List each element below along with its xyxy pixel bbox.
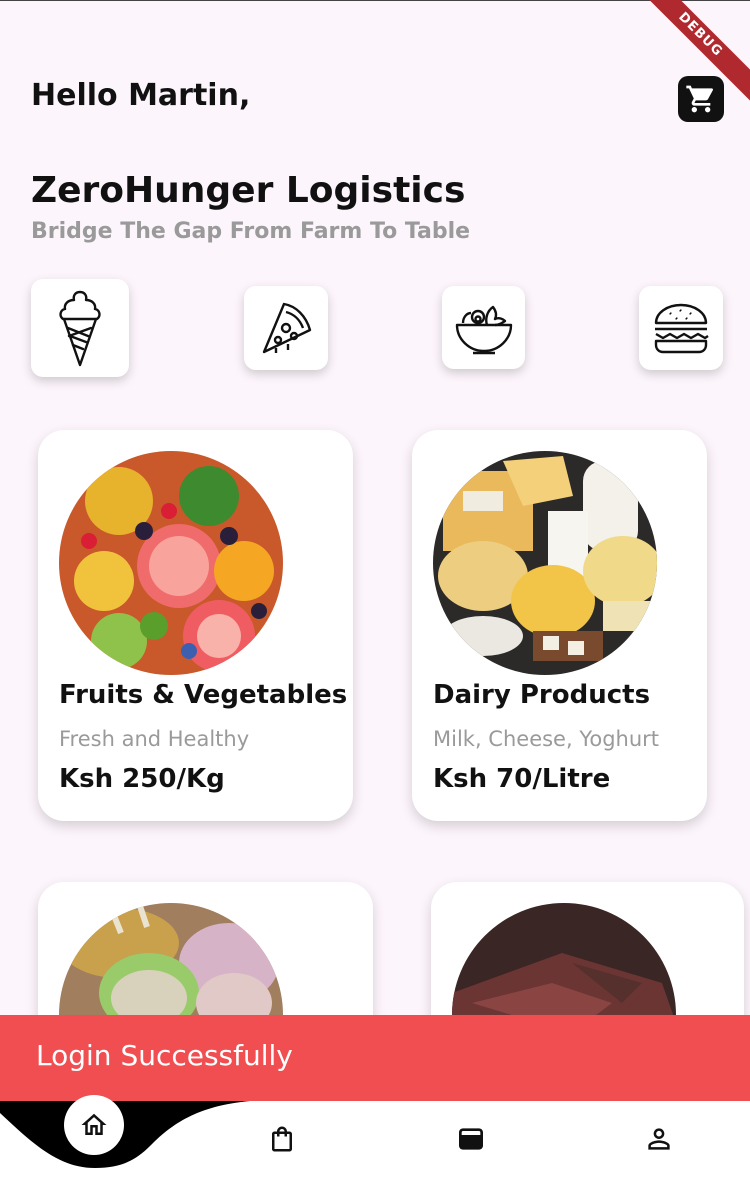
- home-icon: [81, 1113, 107, 1135]
- app-title: ZeroHunger Logistics: [31, 170, 466, 211]
- nav-wallet[interactable]: [451, 1119, 491, 1159]
- product-card-dairy[interactable]: Dairy Products Milk, Cheese, Yoghurt Ksh…: [412, 430, 707, 821]
- dairy-image: [433, 451, 657, 675]
- cart-icon: [686, 85, 714, 113]
- top-border: [0, 0, 750, 1]
- profile-icon: [648, 1128, 670, 1150]
- product-description: Fresh and Healthy: [59, 727, 250, 751]
- nav-profile[interactable]: [639, 1119, 679, 1159]
- category-salad[interactable]: [442, 286, 525, 369]
- category-ice-cream[interactable]: [31, 279, 129, 377]
- snackbar-message: Login Successfully: [36, 1039, 293, 1072]
- product-card-fruits[interactable]: Fruits & Vegetables Fresh and Healthy Ks…: [38, 430, 353, 821]
- product-name: Dairy Products: [433, 680, 651, 710]
- cart-button[interactable]: [678, 76, 724, 122]
- product-price: Ksh 70/Litre: [433, 764, 611, 794]
- fruits-image: [59, 451, 283, 675]
- salad-bowl-icon: [455, 305, 512, 354]
- burger-icon: [654, 303, 709, 354]
- login-snackbar: Login Successfully: [0, 1015, 750, 1101]
- app-subtitle: Bridge The Gap From Farm To Table: [31, 219, 471, 244]
- nav-home[interactable]: [64, 1095, 124, 1155]
- ice-cream-icon: [59, 290, 101, 367]
- wallet-icon: [459, 1128, 483, 1150]
- category-burger[interactable]: [639, 286, 723, 370]
- category-pizza[interactable]: [244, 286, 328, 370]
- shopping-bag-icon: [272, 1126, 292, 1152]
- product-price: Ksh 250/Kg: [59, 764, 225, 794]
- greeting-text: Hello Martin,: [31, 78, 251, 113]
- pizza-icon: [262, 302, 312, 354]
- nav-shopping-bag[interactable]: [262, 1119, 302, 1159]
- product-name: Fruits & Vegetables: [59, 680, 348, 710]
- product-description: Milk, Cheese, Yoghurt: [433, 727, 660, 751]
